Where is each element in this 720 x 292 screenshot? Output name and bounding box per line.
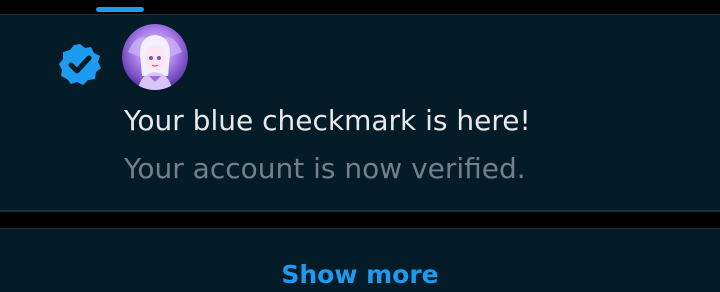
notification-subtitle: Your account is now verified. xyxy=(124,152,526,185)
verified-badge-icon xyxy=(58,42,102,86)
user-avatar[interactable] xyxy=(122,24,188,90)
active-tab-indicator xyxy=(96,7,144,12)
show-more-link[interactable]: Show more xyxy=(0,259,720,291)
notification-title: Your blue checkmark is here! xyxy=(124,104,531,137)
section-gap xyxy=(0,212,720,228)
top-tab-bar xyxy=(0,0,720,14)
show-more-section: Show more xyxy=(0,228,720,292)
notification-card[interactable]: Your blue checkmark is here! Your accoun… xyxy=(0,14,720,211)
